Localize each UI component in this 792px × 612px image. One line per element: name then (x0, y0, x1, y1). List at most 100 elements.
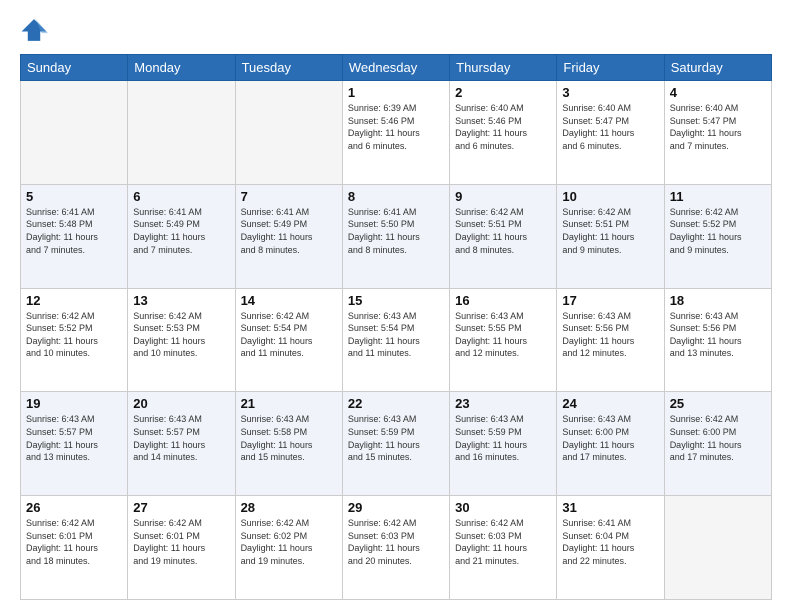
weekday-saturday: Saturday (664, 55, 771, 81)
calendar-cell: 7 Sunrise: 6:41 AM Sunset: 5:49 PM Daylig… (235, 184, 342, 288)
day-info: Sunrise: 6:41 AM Sunset: 6:04 PM Dayligh… (562, 517, 658, 567)
weekday-wednesday: Wednesday (342, 55, 449, 81)
day-number: 13 (133, 293, 229, 308)
day-number: 8 (348, 189, 444, 204)
calendar-cell: 20 Sunrise: 6:43 AM Sunset: 5:57 PM Dayli… (128, 392, 235, 496)
calendar-cell (664, 496, 771, 600)
day-number: 28 (241, 500, 337, 515)
weekday-tuesday: Tuesday (235, 55, 342, 81)
day-info: Sunrise: 6:42 AM Sunset: 5:51 PM Dayligh… (562, 206, 658, 256)
day-number: 16 (455, 293, 551, 308)
week-row-1: 5 Sunrise: 6:41 AM Sunset: 5:48 PM Daylig… (21, 184, 772, 288)
day-info: Sunrise: 6:40 AM Sunset: 5:47 PM Dayligh… (562, 102, 658, 152)
header (20, 16, 772, 44)
day-info: Sunrise: 6:42 AM Sunset: 6:03 PM Dayligh… (455, 517, 551, 567)
day-number: 30 (455, 500, 551, 515)
weekday-header-row: SundayMondayTuesdayWednesdayThursdayFrid… (21, 55, 772, 81)
day-number: 25 (670, 396, 766, 411)
day-info: Sunrise: 6:43 AM Sunset: 6:00 PM Dayligh… (562, 413, 658, 463)
logo (20, 16, 52, 44)
day-info: Sunrise: 6:40 AM Sunset: 5:47 PM Dayligh… (670, 102, 766, 152)
day-info: Sunrise: 6:43 AM Sunset: 5:56 PM Dayligh… (670, 310, 766, 360)
calendar-cell: 23 Sunrise: 6:43 AM Sunset: 5:59 PM Dayli… (450, 392, 557, 496)
day-number: 15 (348, 293, 444, 308)
day-number: 23 (455, 396, 551, 411)
calendar-cell: 27 Sunrise: 6:42 AM Sunset: 6:01 PM Dayli… (128, 496, 235, 600)
week-row-2: 12Sunrise: 6:42 AM Sunset: 5:52 PM Dayli… (21, 288, 772, 392)
calendar-cell: 8 Sunrise: 6:41 AM Sunset: 5:50 PM Daylig… (342, 184, 449, 288)
day-info: Sunrise: 6:42 AM Sunset: 5:53 PM Dayligh… (133, 310, 229, 360)
day-info: Sunrise: 6:39 AM Sunset: 5:46 PM Dayligh… (348, 102, 444, 152)
day-info: Sunrise: 6:43 AM Sunset: 5:56 PM Dayligh… (562, 310, 658, 360)
day-number: 24 (562, 396, 658, 411)
day-number: 10 (562, 189, 658, 204)
day-info: Sunrise: 6:42 AM Sunset: 6:03 PM Dayligh… (348, 517, 444, 567)
calendar-cell: 1 Sunrise: 6:39 AM Sunset: 5:46 PM Daylig… (342, 81, 449, 185)
day-number: 1 (348, 85, 444, 100)
calendar-cell: 31 Sunrise: 6:41 AM Sunset: 6:04 PM Dayli… (557, 496, 664, 600)
day-info: Sunrise: 6:43 AM Sunset: 5:54 PM Dayligh… (348, 310, 444, 360)
day-info: Sunrise: 6:42 AM Sunset: 6:00 PM Dayligh… (670, 413, 766, 463)
day-number: 3 (562, 85, 658, 100)
weekday-friday: Friday (557, 55, 664, 81)
calendar-cell: 15 Sunrise: 6:43 AM Sunset: 5:54 PM Dayli… (342, 288, 449, 392)
day-info: Sunrise: 6:43 AM Sunset: 5:58 PM Dayligh… (241, 413, 337, 463)
day-number: 5 (26, 189, 122, 204)
calendar-cell: 17 Sunrise: 6:43 AM Sunset: 5:56 PM Dayli… (557, 288, 664, 392)
calendar-cell: 21 Sunrise: 6:43 AM Sunset: 5:58 PM Dayli… (235, 392, 342, 496)
day-number: 27 (133, 500, 229, 515)
calendar-cell: 4 Sunrise: 6:40 AM Sunset: 5:47 PM Daylig… (664, 81, 771, 185)
calendar-cell: 16 Sunrise: 6:43 AM Sunset: 5:55 PM Dayli… (450, 288, 557, 392)
week-row-4: 26 Sunrise: 6:42 AM Sunset: 6:01 PM Dayli… (21, 496, 772, 600)
page: SundayMondayTuesdayWednesdayThursdayFrid… (0, 0, 792, 612)
day-number: 18 (670, 293, 766, 308)
day-number: 4 (670, 85, 766, 100)
calendar-cell: 19Sunrise: 6:43 AM Sunset: 5:57 PM Dayli… (21, 392, 128, 496)
calendar-cell: 5 Sunrise: 6:41 AM Sunset: 5:48 PM Daylig… (21, 184, 128, 288)
calendar-cell: 24 Sunrise: 6:43 AM Sunset: 6:00 PM Dayli… (557, 392, 664, 496)
calendar-table: SundayMondayTuesdayWednesdayThursdayFrid… (20, 54, 772, 600)
day-number: 9 (455, 189, 551, 204)
day-info: Sunrise: 6:41 AM Sunset: 5:48 PM Dayligh… (26, 206, 122, 256)
day-info: Sunrise: 6:42 AM Sunset: 5:51 PM Dayligh… (455, 206, 551, 256)
day-info: Sunrise: 6:41 AM Sunset: 5:50 PM Dayligh… (348, 206, 444, 256)
day-number: 6 (133, 189, 229, 204)
weekday-thursday: Thursday (450, 55, 557, 81)
calendar-cell: 11Sunrise: 6:42 AM Sunset: 5:52 PM Dayli… (664, 184, 771, 288)
calendar-cell: 2Sunrise: 6:40 AM Sunset: 5:46 PM Daylig… (450, 81, 557, 185)
day-info: Sunrise: 6:41 AM Sunset: 5:49 PM Dayligh… (133, 206, 229, 256)
day-info: Sunrise: 6:42 AM Sunset: 5:54 PM Dayligh… (241, 310, 337, 360)
day-number: 29 (348, 500, 444, 515)
day-info: Sunrise: 6:42 AM Sunset: 6:01 PM Dayligh… (26, 517, 122, 567)
day-info: Sunrise: 6:43 AM Sunset: 5:57 PM Dayligh… (133, 413, 229, 463)
day-number: 11 (670, 189, 766, 204)
calendar-cell: 22 Sunrise: 6:43 AM Sunset: 5:59 PM Dayli… (342, 392, 449, 496)
calendar-cell: 10 Sunrise: 6:42 AM Sunset: 5:51 PM Dayli… (557, 184, 664, 288)
day-number: 17 (562, 293, 658, 308)
calendar-cell: 18 Sunrise: 6:43 AM Sunset: 5:56 PM Dayli… (664, 288, 771, 392)
calendar-cell: 3 Sunrise: 6:40 AM Sunset: 5:47 PM Daylig… (557, 81, 664, 185)
day-number: 26 (26, 500, 122, 515)
day-info: Sunrise: 6:43 AM Sunset: 5:59 PM Dayligh… (348, 413, 444, 463)
day-number: 21 (241, 396, 337, 411)
day-number: 12 (26, 293, 122, 308)
day-info: Sunrise: 6:40 AM Sunset: 5:46 PM Dayligh… (455, 102, 551, 152)
calendar-cell: 9 Sunrise: 6:42 AM Sunset: 5:51 PM Daylig… (450, 184, 557, 288)
day-number: 20 (133, 396, 229, 411)
day-info: Sunrise: 6:42 AM Sunset: 6:02 PM Dayligh… (241, 517, 337, 567)
calendar-cell (235, 81, 342, 185)
day-info: Sunrise: 6:43 AM Sunset: 5:55 PM Dayligh… (455, 310, 551, 360)
day-info: Sunrise: 6:41 AM Sunset: 5:49 PM Dayligh… (241, 206, 337, 256)
calendar-cell: 29 Sunrise: 6:42 AM Sunset: 6:03 PM Dayli… (342, 496, 449, 600)
calendar-cell: 14Sunrise: 6:42 AM Sunset: 5:54 PM Dayli… (235, 288, 342, 392)
day-number: 7 (241, 189, 337, 204)
calendar-cell: 26 Sunrise: 6:42 AM Sunset: 6:01 PM Dayli… (21, 496, 128, 600)
calendar-cell: 25 Sunrise: 6:42 AM Sunset: 6:00 PM Dayli… (664, 392, 771, 496)
day-number: 22 (348, 396, 444, 411)
calendar-cell: 12Sunrise: 6:42 AM Sunset: 5:52 PM Dayli… (21, 288, 128, 392)
weekday-sunday: Sunday (21, 55, 128, 81)
day-info: Sunrise: 6:43 AM Sunset: 5:59 PM Dayligh… (455, 413, 551, 463)
day-number: 31 (562, 500, 658, 515)
day-info: Sunrise: 6:42 AM Sunset: 6:01 PM Dayligh… (133, 517, 229, 567)
calendar-cell (128, 81, 235, 185)
